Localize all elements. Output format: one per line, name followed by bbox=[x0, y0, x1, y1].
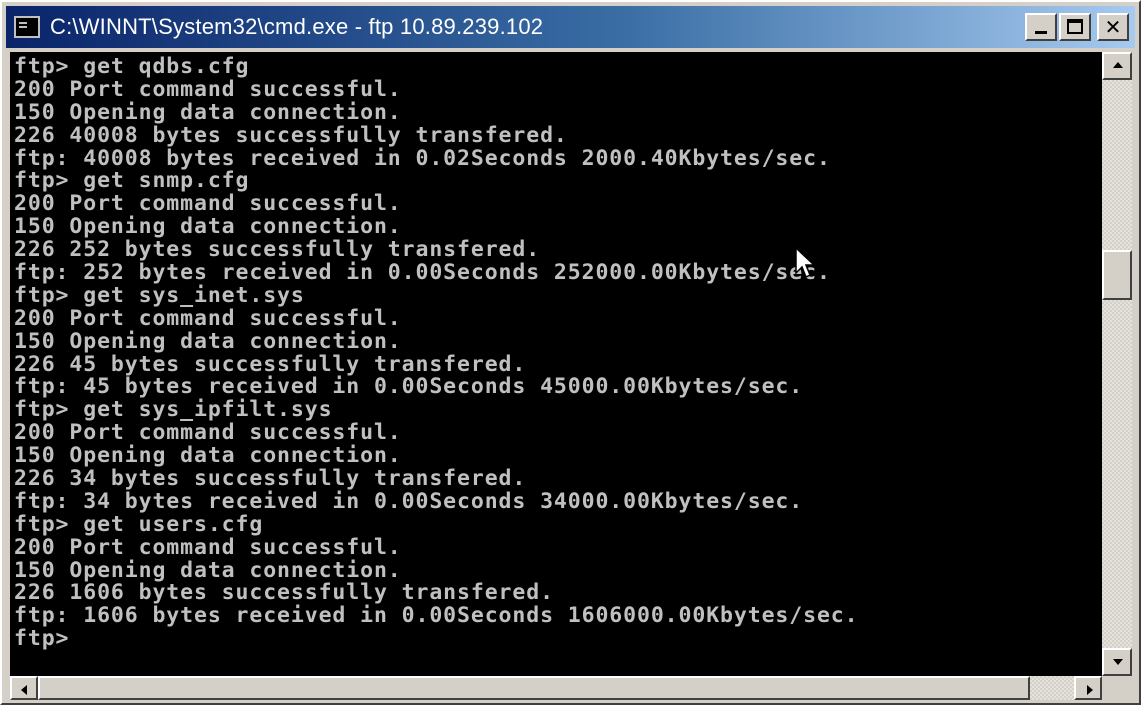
window-title: C:\WINNT\System32\cmd.exe - ftp 10.89.23… bbox=[50, 14, 544, 39]
console-output[interactable]: ftp> get qdbs.cfg 200 Port command succes… bbox=[10, 52, 1102, 676]
maximize-icon bbox=[1067, 19, 1083, 34]
console-line: ftp: 34 bytes received in 0.00Seconds 34… bbox=[14, 488, 804, 514]
minimize-button[interactable] bbox=[1025, 13, 1057, 41]
horizontal-scrollbar[interactable] bbox=[10, 676, 1102, 700]
minimize-icon bbox=[1035, 31, 1047, 34]
console-line: 150 Opening data connection. bbox=[14, 214, 402, 240]
console-app-icon[interactable] bbox=[14, 16, 40, 38]
title-bar[interactable]: C:\WINNT\System32\cmd.exe - ftp 10.89.23… bbox=[6, 6, 1135, 48]
console-line: 150 Opening data connection. bbox=[14, 328, 402, 354]
scroll-up-arrow-icon bbox=[1113, 62, 1123, 68]
console-line: 226 40008 bytes successfully transfered. bbox=[14, 122, 568, 148]
horizontal-scroll-track[interactable] bbox=[1030, 676, 1074, 700]
cmd-window: C:\WINNT\System32\cmd.exe - ftp 10.89.23… bbox=[0, 0, 1141, 705]
console-line: ftp> get qdbs.cfg bbox=[14, 54, 250, 79]
console-line: ftp> get users.cfg bbox=[14, 511, 264, 537]
window-controls: ✕ bbox=[1023, 13, 1129, 41]
close-icon: ✕ bbox=[1104, 15, 1122, 39]
console-line: 150 Opening data connection. bbox=[14, 557, 402, 583]
console-line: ftp: 40008 bytes received in 0.02Seconds… bbox=[14, 145, 831, 171]
scrollbar-corner bbox=[1102, 676, 1132, 700]
scroll-right-arrow-icon bbox=[1087, 685, 1093, 695]
console-line: ftp> bbox=[14, 626, 70, 652]
console-line: 200 Port command successful. bbox=[14, 191, 402, 217]
scroll-down-arrow-icon bbox=[1113, 659, 1123, 665]
console-line: 150 Opening data connection. bbox=[14, 443, 402, 469]
console-line: 226 45 bytes successfully transfered. bbox=[14, 351, 527, 377]
console-line: 200 Port command successful. bbox=[14, 534, 402, 560]
console-line: ftp> get snmp.cfg bbox=[14, 168, 250, 194]
close-button[interactable]: ✕ bbox=[1097, 13, 1129, 41]
console-line: ftp> get sys_ipfilt.sys bbox=[14, 397, 333, 423]
horizontal-scroll-thumb[interactable] bbox=[38, 676, 1030, 700]
console-line: 200 Port command successful. bbox=[14, 420, 402, 446]
console-line: ftp: 45 bytes received in 0.00Seconds 45… bbox=[14, 374, 804, 400]
console-line: ftp: 252 bytes received in 0.00Seconds 2… bbox=[14, 260, 831, 286]
console-line: 200 Port command successful. bbox=[14, 305, 402, 331]
console-line: 200 Port command successful. bbox=[14, 76, 402, 102]
vertical-scroll-thumb[interactable] bbox=[1102, 250, 1132, 300]
maximize-button[interactable] bbox=[1059, 13, 1091, 41]
console-line: 226 34 bytes successfully transfered. bbox=[14, 466, 527, 492]
console-line: ftp: 1606 bytes received in 0.00Seconds … bbox=[14, 603, 859, 629]
scroll-right-button[interactable] bbox=[1074, 676, 1102, 700]
vertical-scrollbar[interactable] bbox=[1102, 52, 1132, 676]
scroll-left-arrow-icon bbox=[21, 685, 27, 695]
console-line: 150 Opening data connection. bbox=[14, 99, 402, 125]
scroll-left-button[interactable] bbox=[10, 676, 38, 700]
scroll-down-button[interactable] bbox=[1102, 648, 1132, 676]
console-lines: ftp> get qdbs.cfg 200 Port command succes… bbox=[14, 54, 859, 652]
mouse-pointer-icon bbox=[795, 247, 816, 279]
console-line: ftp> get sys_inet.sys bbox=[14, 282, 305, 308]
scroll-up-button[interactable] bbox=[1102, 52, 1132, 80]
console-line: 226 252 bytes successfully transfered. bbox=[14, 237, 541, 263]
console-line: 226 1606 bytes successfully transfered. bbox=[14, 580, 554, 606]
